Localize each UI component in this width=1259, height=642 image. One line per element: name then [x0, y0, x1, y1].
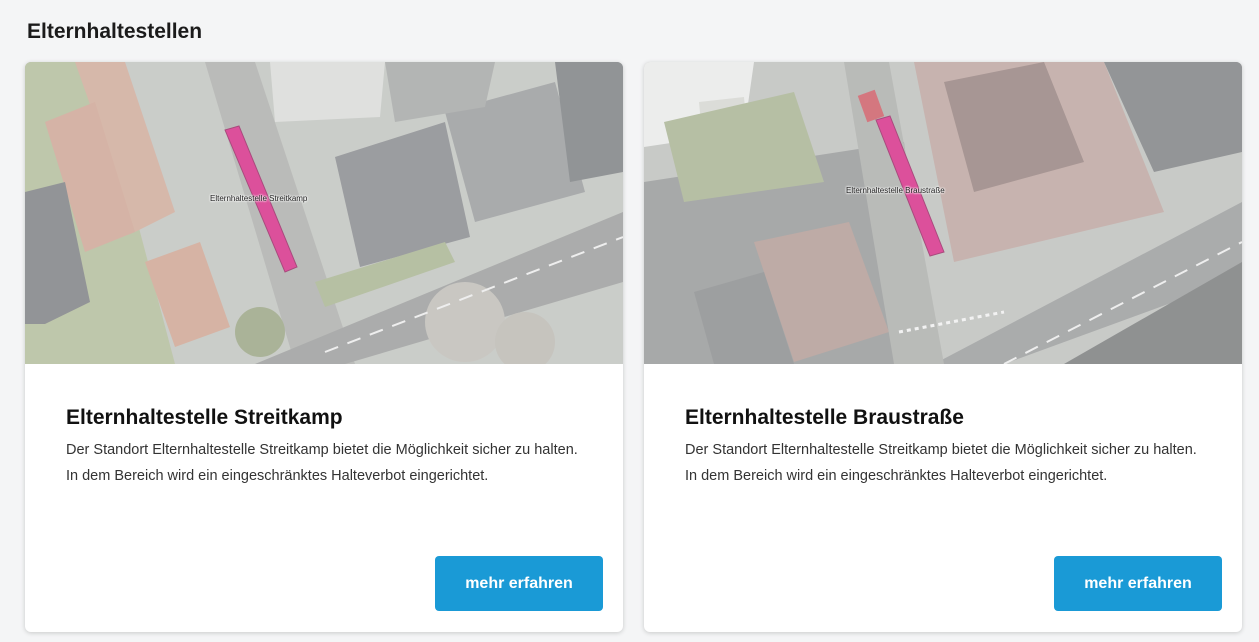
- card-description: Der Standort Elternhaltestelle Streitkam…: [66, 442, 578, 484]
- card-title: Elternhaltestelle Braustraße: [685, 406, 964, 429]
- section-title: Elternhaltestellen: [27, 20, 203, 43]
- card-streitkamp: Elternhaltestelle Streitkamp Elternhalte…: [25, 62, 623, 632]
- more-info-button[interactable]: mehr erfahren: [435, 556, 603, 611]
- map-label: Elternhaltestelle Streitkamp: [210, 194, 308, 203]
- card-braustrasse: Elternhaltestelle Braustraße Elternhalte…: [644, 62, 1242, 632]
- map-label: Elternhaltestelle Braustraße: [846, 186, 945, 195]
- card-title: Elternhaltestelle Streitkamp: [66, 406, 343, 429]
- aerial-map-image: Elternhaltestelle Streitkamp: [25, 62, 623, 364]
- more-info-button[interactable]: mehr erfahren: [1054, 556, 1222, 611]
- card-description: Der Standort Elternhaltestelle Streitkam…: [685, 442, 1197, 484]
- aerial-map-image: Elternhaltestelle Braustraße: [644, 62, 1242, 364]
